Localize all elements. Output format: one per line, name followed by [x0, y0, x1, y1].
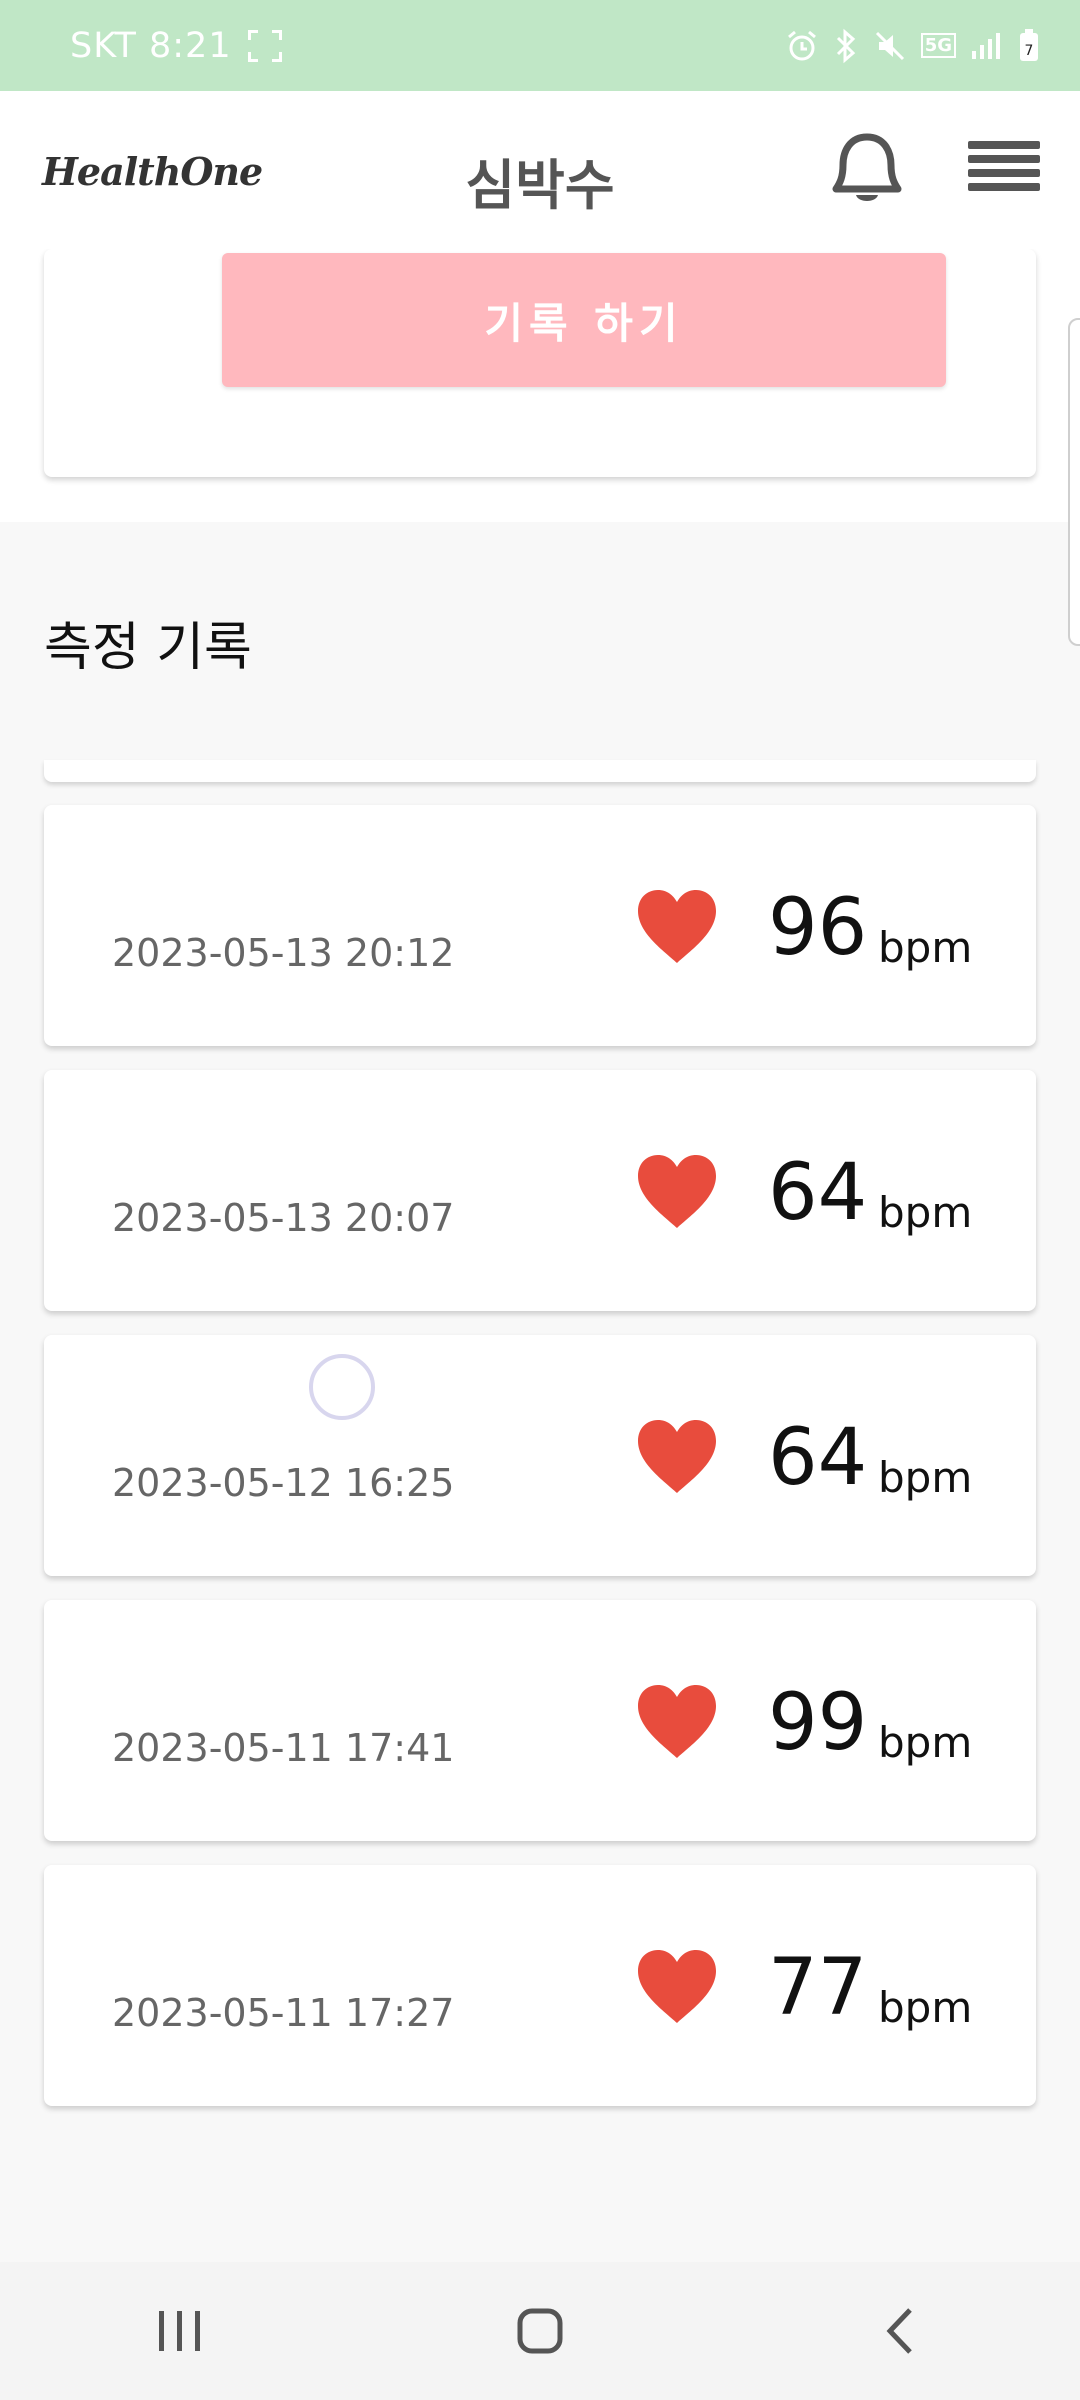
partial-list-item [44, 760, 1036, 782]
record-date: 2023-05-11 17:27 [112, 1991, 455, 2035]
bpm-unit: bpm [878, 1718, 973, 1767]
hamburger-menu-icon[interactable] [968, 141, 1040, 197]
heart-icon [638, 1685, 716, 1758]
svg-text:7: 7 [1025, 43, 1034, 59]
network-5g-icon: 5G [920, 33, 956, 58]
battery-icon: 7 [1020, 28, 1038, 61]
recent-apps-button[interactable] [120, 2291, 240, 2371]
bpm-value: 64 [768, 1148, 868, 1238]
records-list: 2023-05-13 20:12 96 bpm 2023-05-13 20:07… [44, 805, 1036, 2130]
heart-icon [638, 1420, 716, 1493]
record-date: 2023-05-13 20:07 [112, 1196, 455, 1240]
notification-bell-icon[interactable] [830, 131, 904, 207]
bpm-value: 99 [768, 1678, 868, 1768]
record-item[interactable]: 2023-05-11 17:41 99 bpm [44, 1600, 1036, 1841]
page-title: 심박수 [465, 154, 615, 217]
record-date: 2023-05-11 17:41 [112, 1726, 455, 1770]
scroll-handle[interactable] [1068, 318, 1080, 646]
input-section: 기록 하기 [0, 249, 1080, 522]
back-button[interactable] [840, 2291, 960, 2371]
record-button[interactable]: 기록 하기 [222, 253, 946, 387]
recent-apps-icon [159, 2311, 200, 2351]
record-item[interactable]: 2023-05-12 16:25 64 bpm [44, 1335, 1036, 1576]
bpm-value: 96 [768, 883, 868, 973]
mute-icon [875, 31, 904, 60]
clock: 8:21 [148, 25, 232, 66]
heart-icon [638, 1155, 716, 1228]
bpm-value: 64 [768, 1413, 868, 1503]
touch-indicator [309, 1354, 375, 1420]
carrier-label: SKT 8:21 [70, 25, 232, 66]
status-bar: SKT 8:21 5G 7 [0, 0, 1080, 91]
back-icon [886, 2308, 912, 2354]
system-navigation-bar [0, 2262, 1080, 2400]
bpm-unit: bpm [878, 923, 973, 972]
record-card: 기록 하기 [44, 249, 1036, 477]
section-title: 측정 기록 [44, 618, 252, 678]
record-item[interactable]: 2023-05-13 20:12 96 bpm [44, 805, 1036, 1046]
bpm-unit: bpm [878, 1188, 973, 1237]
alarm-icon [787, 30, 816, 60]
app-header: HealthOne 심박수 [0, 91, 1080, 249]
record-date: 2023-05-13 20:12 [112, 931, 455, 975]
home-icon [517, 2308, 563, 2354]
bpm-unit: bpm [878, 1453, 973, 1502]
heart-icon [638, 1950, 716, 2023]
signal-icon [972, 32, 1000, 59]
record-date: 2023-05-12 16:25 [112, 1461, 455, 1505]
record-item[interactable]: 2023-05-13 20:07 64 bpm [44, 1070, 1036, 1311]
home-button[interactable] [480, 2291, 600, 2371]
screenshot-icon [247, 29, 282, 62]
heart-icon [638, 890, 716, 963]
bpm-value: 77 [768, 1943, 868, 2033]
bpm-unit: bpm [878, 1983, 973, 2032]
record-item[interactable]: 2023-05-11 17:27 77 bpm [44, 1865, 1036, 2106]
bluetooth-icon [836, 28, 855, 63]
